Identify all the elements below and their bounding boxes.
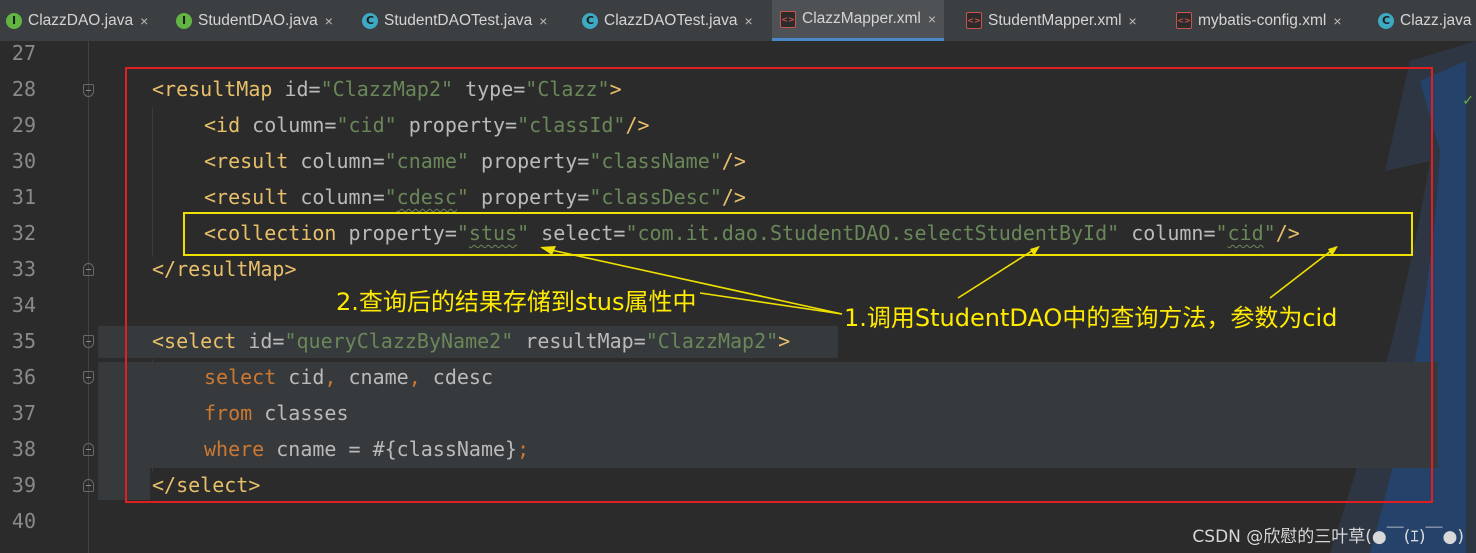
tab-studentdao-java[interactable]: I StudentDAO.java ×: [176, 0, 333, 41]
tab-clazzdaotest-java[interactable]: C ClazzDAOTest.java ×: [582, 0, 753, 41]
line-number: 34: [11, 293, 36, 317]
line-number: 36: [11, 365, 36, 389]
line-number: 39: [11, 473, 36, 497]
annotation-call-note: 1.调用StudentDAO中的查询方法，参数为cid: [844, 304, 1338, 332]
tab-label: ClazzDAO.java: [28, 11, 134, 29]
close-icon[interactable]: ×: [745, 13, 753, 29]
line-number: 27: [11, 41, 36, 65]
tab-studentmapper-xml[interactable]: <> StudentMapper.xml ×: [966, 0, 1137, 41]
close-icon[interactable]: ×: [928, 11, 936, 27]
class-icon: C: [1378, 12, 1394, 29]
xml-file-icon: <>: [1176, 12, 1192, 29]
fold-collapse-icon[interactable]: [83, 84, 94, 97]
tab-label: StudentDAOTest.java: [384, 11, 533, 29]
tab-clazzmapper-xml[interactable]: <> ClazzMapper.xml ×: [772, 0, 945, 41]
xml-file-icon: <>: [966, 12, 982, 29]
class-icon: C: [362, 12, 378, 29]
csdn-watermark: CSDN @欣慰的三叶草(●￣(ｴ)￣●): [1192, 527, 1464, 547]
close-icon[interactable]: ×: [1333, 13, 1341, 29]
tab-clazz-java[interactable]: C Clazz.java: [1378, 0, 1472, 41]
fold-collapse-icon[interactable]: [83, 335, 94, 348]
class-icon: C: [582, 12, 598, 29]
close-icon[interactable]: ×: [539, 13, 547, 29]
line-number: 33: [11, 257, 36, 281]
tab-label: ClazzMapper.xml: [802, 10, 921, 27]
interface-icon: I: [176, 12, 192, 29]
interface-icon: I: [6, 12, 22, 29]
tab-mybatis-config-xml[interactable]: <> mybatis-config.xml ×: [1176, 0, 1342, 41]
line-number: 28: [11, 77, 36, 101]
close-icon[interactable]: ×: [1129, 13, 1137, 29]
tab-label: Clazz.java: [1400, 11, 1472, 29]
inspection-ok-icon[interactable]: ✓: [1462, 93, 1474, 109]
line-number: 29: [11, 113, 36, 137]
close-icon[interactable]: ×: [140, 13, 148, 29]
line-number: 32: [11, 221, 36, 245]
gutter-divider: [88, 41, 89, 553]
line-number: 31: [11, 185, 36, 209]
tab-clazzdao-java[interactable]: I ClazzDAO.java ×: [6, 0, 148, 41]
annotation-outer-box: [125, 67, 1433, 503]
tab-label: StudentMapper.xml: [988, 11, 1122, 29]
tab-label: ClazzDAOTest.java: [604, 11, 738, 29]
line-number: 40: [11, 509, 36, 533]
annotation-collection-box: [183, 212, 1413, 256]
close-icon[interactable]: ×: [325, 13, 333, 29]
line-number: 38: [11, 437, 36, 461]
annotation-result-note: 2.查询后的结果存储到stus属性中: [336, 288, 697, 316]
fold-end-icon[interactable]: [83, 479, 94, 492]
fold-end-icon[interactable]: [83, 263, 94, 276]
editor-tab-bar: I ClazzDAO.java × I StudentDAO.java × C …: [0, 0, 1476, 42]
tab-label: StudentDAO.java: [198, 11, 318, 29]
line-number: 35: [11, 329, 36, 353]
line-number: 30: [11, 149, 36, 173]
fold-collapse-icon[interactable]: [83, 371, 94, 384]
line-number: 37: [11, 401, 36, 425]
tab-label: mybatis-config.xml: [1198, 11, 1327, 29]
xml-file-icon: <>: [780, 10, 796, 28]
tab-studentdaotest-java[interactable]: C StudentDAOTest.java ×: [362, 0, 547, 41]
fold-end-icon[interactable]: [83, 443, 94, 456]
